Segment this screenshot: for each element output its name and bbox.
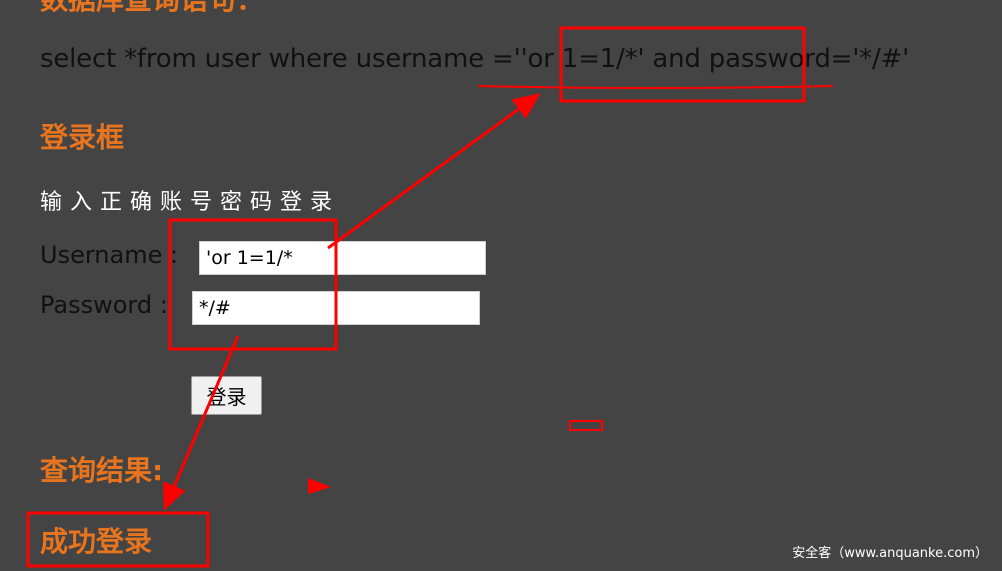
- password-label: Password :: [40, 291, 168, 319]
- small-mark-box: [569, 420, 603, 431]
- username-label: Username :: [40, 241, 179, 269]
- login-instruction: 输入正确账号密码登录: [40, 190, 341, 215]
- login-success-text: 成功登录: [40, 525, 153, 558]
- stray-arrowhead: [308, 478, 331, 494]
- inputs-highlight-box: [168, 218, 338, 351]
- password-input[interactable]: */#: [192, 291, 480, 325]
- query-result-heading: 查询结果:: [40, 454, 164, 487]
- login-box-heading: 登录框: [40, 121, 125, 154]
- sql-heading: 数据库查询语句：: [40, 0, 264, 18]
- arrow-to-query: [327, 93, 541, 250]
- arrow-to-result: [163, 335, 240, 511]
- sql-underline-annotation: [477, 85, 834, 89]
- username-input[interactable]: 'or 1=1/*: [199, 241, 486, 275]
- login-button[interactable]: 登录: [191, 376, 262, 415]
- site-watermark: 安全客（www.anquanke.com）: [792, 546, 988, 561]
- sql-query-text: select *from user where username =''or 1…: [40, 44, 910, 74]
